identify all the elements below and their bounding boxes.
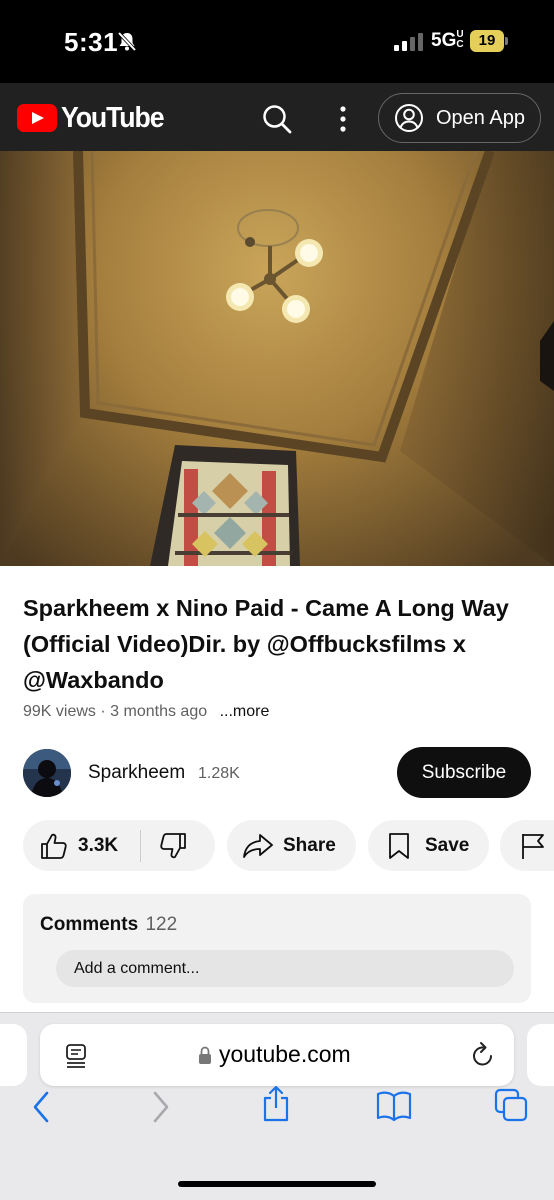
silent-mode-icon: [117, 31, 137, 52]
more-link[interactable]: ...more: [220, 703, 270, 720]
flag-icon: [522, 833, 544, 859]
view-count: 99K views: [23, 703, 96, 720]
comments-card[interactable]: Comments 122 Add a comment...: [23, 894, 531, 1003]
url-text[interactable]: youtube.com: [219, 1041, 351, 1068]
youtube-play-icon: [17, 104, 57, 132]
video-player[interactable]: [0, 151, 554, 566]
video-frame: [0, 151, 554, 566]
subscriber-count: 1.28K: [198, 765, 240, 782]
battery-indicator: 19: [470, 30, 508, 52]
report-button[interactable]: [500, 820, 554, 871]
previous-tab-peek[interactable]: [0, 1024, 27, 1086]
comments-heading: Comments 122: [40, 914, 177, 936]
network-label: 5GUC: [431, 29, 464, 52]
open-app-button[interactable]: Open App: [378, 93, 541, 143]
like-divider: [140, 829, 142, 862]
next-tab-peek[interactable]: [527, 1024, 554, 1086]
subscribe-button[interactable]: Subscribe: [397, 747, 531, 798]
more-options-icon[interactable]: [336, 105, 350, 133]
thumbs-up-icon[interactable]: [40, 832, 68, 860]
reload-icon[interactable]: [470, 1041, 496, 1069]
address-bar[interactable]: youtube.com: [40, 1024, 514, 1086]
comments-count: 122: [145, 914, 178, 935]
status-bar: 5:31 5GUC 19: [0, 0, 554, 83]
meta-separator: ·: [100, 703, 111, 720]
like-dislike-group: 3.3K: [23, 820, 215, 871]
status-time: 5:31: [64, 27, 119, 57]
upload-age: 3 months ago: [110, 703, 208, 720]
video-meta: 99K views · 3 months ago ...more: [23, 703, 269, 721]
like-count[interactable]: 3.3K: [78, 835, 118, 857]
youtube-header: YouTube Open App: [0, 83, 554, 151]
thumbs-down-icon[interactable]: [159, 832, 187, 860]
bookmark-icon: [389, 832, 409, 859]
video-title[interactable]: Sparkheem x Nino Paid - Came A Long Way …: [23, 590, 533, 698]
lock-icon: [199, 1046, 211, 1064]
add-comment-input[interactable]: Add a comment...: [56, 950, 514, 987]
avatar-image: [23, 749, 71, 797]
search-icon[interactable]: [262, 104, 292, 134]
channel-avatar[interactable]: [23, 749, 71, 797]
share-arrow-icon: [243, 833, 273, 858]
back-icon[interactable]: [30, 1090, 52, 1124]
save-button[interactable]: Save: [368, 820, 489, 871]
channel-name[interactable]: Sparkheem: [88, 762, 185, 784]
account-icon: [395, 104, 423, 132]
save-label: Save: [425, 834, 470, 856]
share-button[interactable]: Share: [227, 820, 356, 871]
share-sheet-icon[interactable]: [260, 1085, 292, 1123]
youtube-logo[interactable]: YouTube: [17, 101, 172, 134]
signal-icon: [394, 33, 423, 51]
battery-tip: [505, 37, 508, 45]
home-indicator[interactable]: [178, 1181, 376, 1187]
open-app-label: Open App: [436, 106, 525, 129]
comments-title: Comments: [40, 914, 139, 935]
battery-level: 19: [470, 30, 504, 52]
page-menu-icon[interactable]: [65, 1043, 87, 1069]
youtube-wordmark: YouTube: [61, 101, 165, 134]
bookmarks-icon[interactable]: [376, 1090, 412, 1122]
tabs-icon[interactable]: [494, 1088, 528, 1122]
forward-icon[interactable]: [150, 1090, 172, 1124]
share-label: Share: [283, 834, 336, 856]
